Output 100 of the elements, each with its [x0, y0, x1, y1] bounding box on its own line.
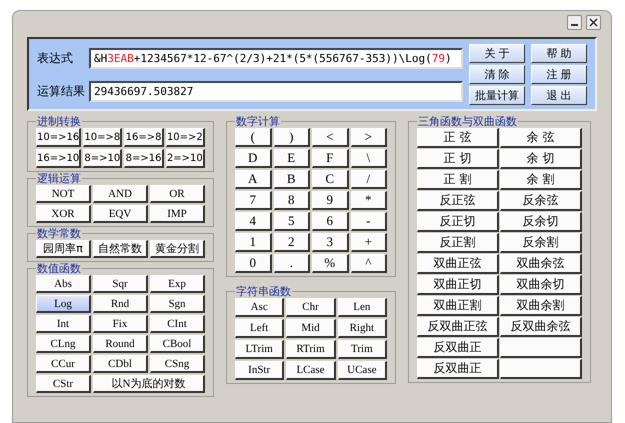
function-button[interactable]: 反双曲正: [417, 338, 499, 358]
function-button[interactable]: IMP: [150, 205, 205, 223]
function-button[interactable]: CCur: [36, 355, 91, 373]
command-button[interactable]: 批量计算: [469, 86, 525, 105]
function-button[interactable]: CLng: [36, 335, 91, 353]
function-button[interactable]: 黄金分割: [150, 240, 205, 258]
function-button[interactable]: Len: [338, 298, 387, 317]
minimize-button[interactable]: [567, 14, 582, 30]
function-button[interactable]: 9: [312, 191, 348, 210]
function-button[interactable]: 反余切: [500, 212, 582, 232]
function-button[interactable]: 8: [274, 191, 310, 210]
function-button[interactable]: 反双曲正弦: [417, 317, 499, 337]
result-field[interactable]: 29436697.503827: [89, 80, 463, 102]
function-button[interactable]: 反正弦: [417, 191, 499, 211]
function-button[interactable]: A: [235, 170, 272, 189]
function-button[interactable]: 余 弦: [500, 128, 582, 148]
expression-field[interactable]: &H3EAB+1234567*12-67^(2/3)+21*(5*(556767-353))\Log(79): [89, 48, 463, 68]
command-button[interactable]: 关 于: [469, 44, 525, 63]
function-button[interactable]: Log: [36, 295, 91, 313]
function-button[interactable]: .: [274, 254, 310, 273]
function-button[interactable]: >: [350, 128, 387, 147]
function-button[interactable]: OR: [150, 185, 205, 203]
function-button[interactable]: \: [350, 149, 387, 168]
function-button[interactable]: Exp: [150, 275, 205, 293]
function-button[interactable]: RTrim: [286, 340, 336, 359]
function-button[interactable]: Fix: [93, 315, 148, 333]
command-button[interactable]: 清 除: [469, 65, 525, 84]
function-button[interactable]: F: [312, 149, 348, 168]
function-button[interactable]: B: [274, 170, 310, 189]
command-button[interactable]: 帮 助: [531, 44, 587, 63]
function-button[interactable]: InStr: [235, 361, 284, 380]
function-button[interactable]: 10=>16: [36, 128, 82, 147]
function-button[interactable]: CStr: [36, 375, 91, 393]
close-button[interactable]: [586, 14, 601, 30]
function-button[interactable]: 6: [312, 212, 348, 231]
function-button[interactable]: (: [235, 128, 272, 147]
function-button[interactable]: %: [312, 254, 348, 273]
function-button[interactable]: Sgn: [150, 295, 205, 313]
function-button[interactable]: 双曲余割: [500, 296, 582, 316]
function-button[interactable]: 双曲余弦: [500, 254, 582, 274]
function-button[interactable]: 10=>8: [83, 128, 122, 147]
function-button[interactable]: Chr: [286, 298, 336, 317]
function-button[interactable]: 反余弦: [500, 191, 582, 211]
function-button[interactable]: 正 弦: [417, 128, 499, 148]
function-button[interactable]: 3: [312, 233, 348, 252]
blank-button[interactable]: [500, 338, 582, 358]
function-button[interactable]: EQV: [93, 205, 148, 223]
function-button[interactable]: 以N为底的对数: [93, 375, 205, 393]
function-button[interactable]: 双曲正切: [417, 275, 499, 295]
function-button[interactable]: 反双曲正: [417, 359, 499, 379]
function-button[interactable]: 5: [274, 212, 310, 231]
blank-button[interactable]: [500, 359, 582, 379]
function-button[interactable]: ): [274, 128, 310, 147]
function-button[interactable]: CSng: [150, 355, 205, 373]
function-button[interactable]: ^: [350, 254, 387, 273]
function-button[interactable]: Left: [235, 319, 284, 338]
function-button[interactable]: 双曲余切: [500, 275, 582, 295]
function-button[interactable]: AND: [93, 185, 148, 203]
function-button[interactable]: C: [312, 170, 348, 189]
function-button[interactable]: 双曲正弦: [417, 254, 499, 274]
function-button[interactable]: 园周率π: [36, 240, 91, 258]
function-button[interactable]: 反正切: [417, 212, 499, 232]
function-button[interactable]: CDbl: [93, 355, 148, 373]
function-button[interactable]: Rnd: [93, 295, 148, 313]
function-button[interactable]: 7: [235, 191, 272, 210]
function-button[interactable]: 2: [274, 233, 310, 252]
function-button[interactable]: 正 割: [417, 170, 499, 190]
function-button[interactable]: 10=>2: [166, 128, 205, 147]
function-button[interactable]: 2=>10: [166, 149, 205, 168]
function-button[interactable]: 双曲正割: [417, 296, 499, 316]
function-button[interactable]: 4: [235, 212, 272, 231]
function-button[interactable]: Mid: [286, 319, 336, 338]
function-button[interactable]: Trim: [338, 340, 387, 359]
function-button[interactable]: 余 割: [500, 170, 582, 190]
function-button[interactable]: CBool: [150, 335, 205, 353]
function-button[interactable]: Asc: [235, 298, 284, 317]
function-button[interactable]: 8=>16: [124, 149, 164, 168]
function-button[interactable]: E: [274, 149, 310, 168]
function-button[interactable]: *: [350, 191, 387, 210]
function-button[interactable]: +: [350, 233, 387, 252]
function-button[interactable]: 自然常数: [93, 240, 148, 258]
function-button[interactable]: LCase: [286, 361, 336, 380]
function-button[interactable]: 0: [235, 254, 272, 273]
function-button[interactable]: 8=>10: [83, 149, 122, 168]
function-button[interactable]: 反双曲余弦: [500, 317, 582, 337]
function-button[interactable]: Int: [36, 315, 91, 333]
function-button[interactable]: NOT: [36, 185, 91, 203]
function-button[interactable]: /: [350, 170, 387, 189]
function-button[interactable]: 反余割: [500, 233, 582, 253]
function-button[interactable]: CInt: [150, 315, 205, 333]
function-button[interactable]: 反正割: [417, 233, 499, 253]
function-button[interactable]: 16=>8: [124, 128, 164, 147]
function-button[interactable]: Sqr: [93, 275, 148, 293]
function-button[interactable]: UCase: [338, 361, 387, 380]
function-button[interactable]: Round: [93, 335, 148, 353]
function-button[interactable]: D: [235, 149, 272, 168]
function-button[interactable]: LTrim: [235, 340, 284, 359]
function-button[interactable]: 正 切: [417, 149, 499, 169]
command-button[interactable]: 退 出: [531, 86, 587, 105]
function-button[interactable]: 余 切: [500, 149, 582, 169]
